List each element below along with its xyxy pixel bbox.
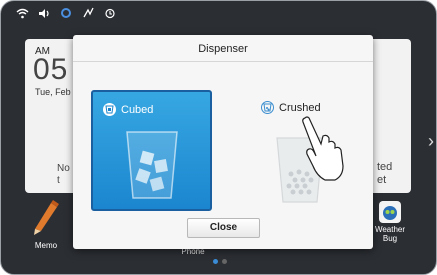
clock-time: 05 bbox=[33, 53, 69, 86]
signal-icon bbox=[81, 6, 95, 20]
sound-icon bbox=[37, 6, 51, 20]
crushed-option[interactable]: Crushed bbox=[239, 90, 360, 211]
pointing-hand-icon bbox=[302, 116, 344, 181]
dispenser-dialog: Dispenser Cubed Crushed Close bbox=[73, 35, 373, 249]
note-left-line1: No bbox=[57, 163, 70, 174]
status-bar bbox=[1, 1, 436, 25]
note-right-line2: et bbox=[377, 174, 387, 186]
dialog-title: Dispenser bbox=[73, 35, 373, 62]
next-page-arrow-icon[interactable]: › bbox=[428, 131, 434, 152]
device-screen: AM 05 Tue, Feb No t ted et › Memo Phone bbox=[0, 0, 437, 275]
memo-app[interactable]: Memo bbox=[29, 199, 63, 250]
cubed-ice-glass-icon bbox=[126, 131, 178, 199]
memo-label: Memo bbox=[34, 241, 58, 250]
weather-app[interactable]: Weather Bug bbox=[367, 201, 413, 243]
weatherbug-icon bbox=[379, 201, 401, 223]
clock-date: Tue, Feb bbox=[35, 87, 71, 97]
alarm-icon bbox=[103, 6, 117, 20]
pencil-icon bbox=[34, 200, 59, 235]
widget-note-left: No t bbox=[57, 163, 70, 187]
note-right-line1: ted bbox=[377, 161, 393, 173]
close-button[interactable]: Close bbox=[187, 218, 260, 238]
cubed-option[interactable]: Cubed bbox=[91, 90, 212, 211]
settings-icon bbox=[59, 6, 73, 20]
widget-note-right: ted et bbox=[377, 161, 392, 187]
weather-label: Weather Bug bbox=[374, 225, 406, 243]
page-dot bbox=[222, 259, 227, 264]
page-dot-active bbox=[213, 259, 218, 264]
page-indicator bbox=[213, 259, 227, 264]
wifi-icon bbox=[15, 6, 29, 20]
note-left-line2: t bbox=[57, 175, 60, 186]
